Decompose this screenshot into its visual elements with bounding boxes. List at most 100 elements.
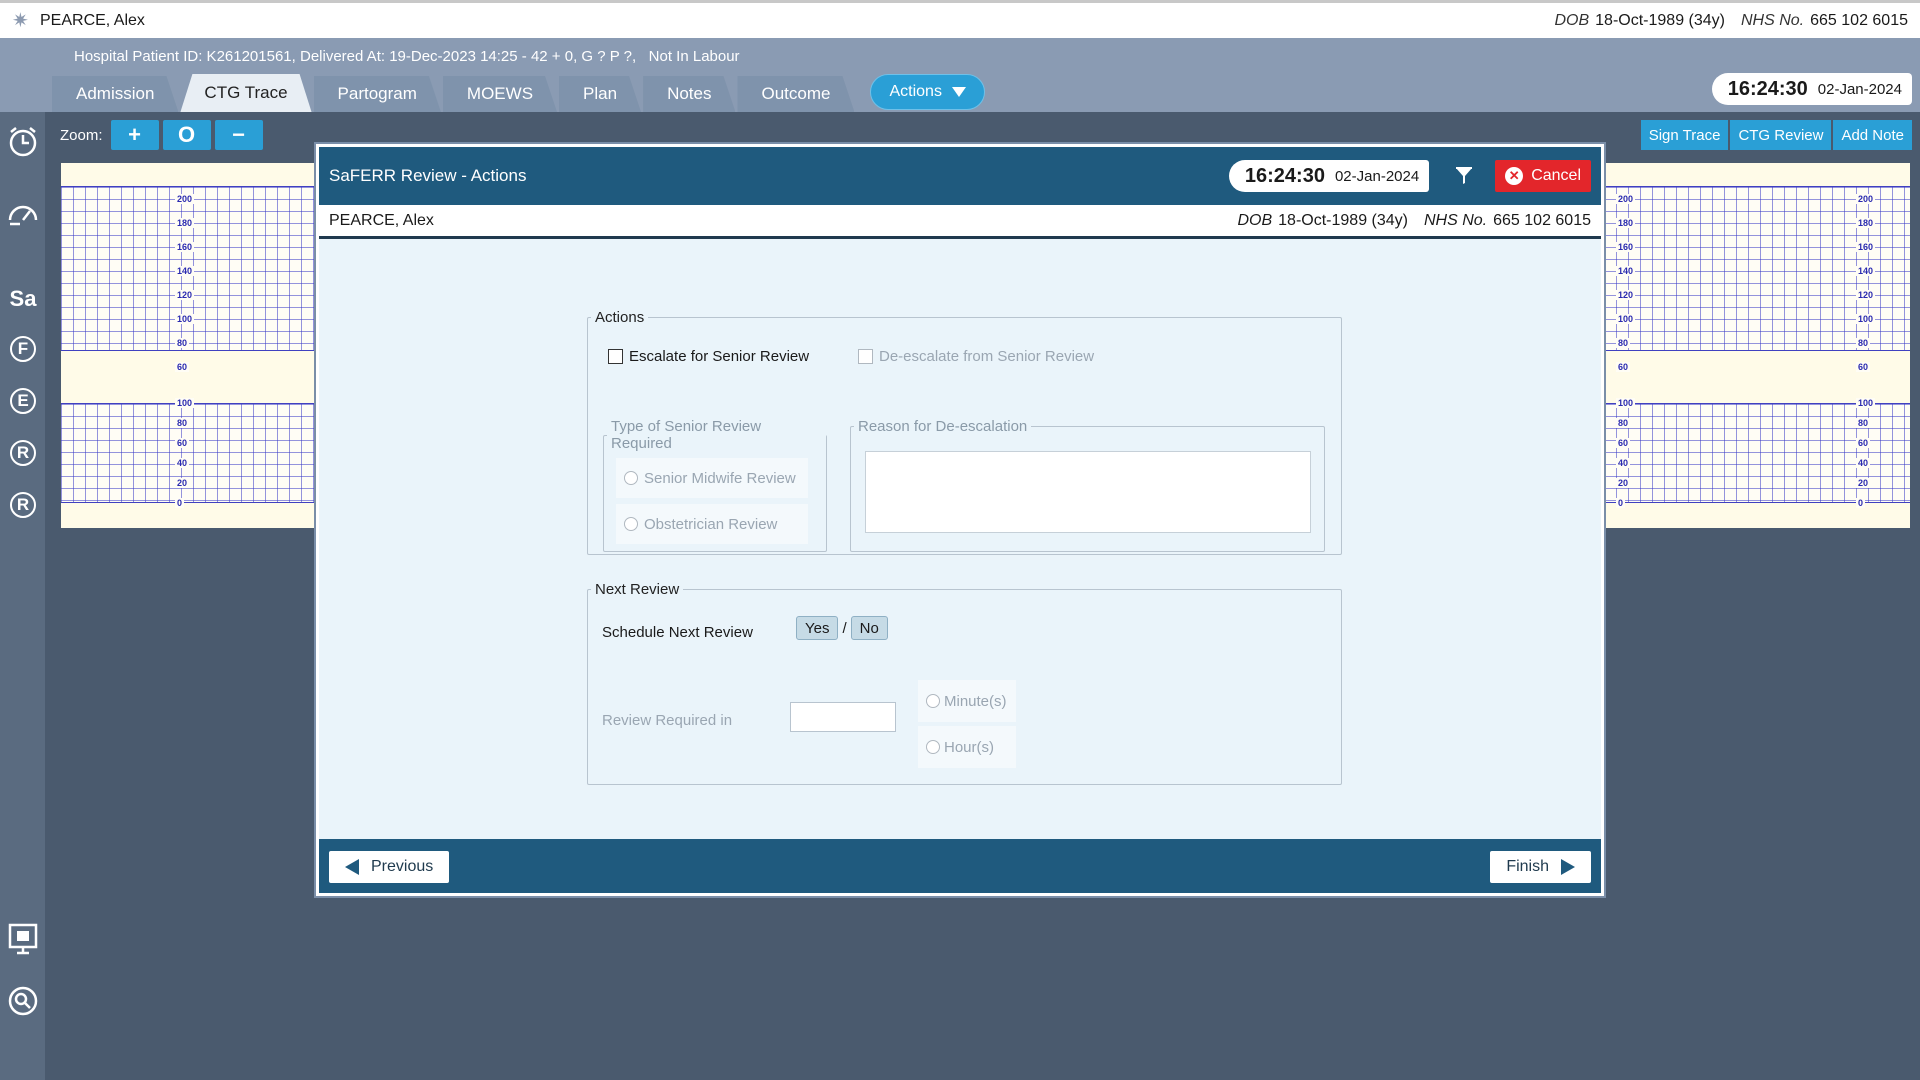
tab-partogram[interactable]: Partogram: [314, 76, 441, 112]
escalate-checkbox[interactable]: Escalate for Senior Review: [608, 348, 809, 365]
radio-circle: [926, 694, 940, 708]
sidebar-saferr-sa[interactable]: Sa: [6, 282, 40, 316]
fhr-scale-label: 100: [175, 314, 195, 324]
dialog-footer: Previous Finish: [319, 839, 1601, 893]
fhr-scale-label: 180: [175, 218, 195, 228]
tab-ctg-trace[interactable]: CTG Trace: [180, 74, 311, 112]
dob-value: 18-Oct-1989 (34y): [1595, 11, 1725, 29]
hours-radio[interactable]: Hour(s): [918, 726, 1016, 768]
arrow-left-icon: [345, 859, 359, 875]
deescalation-reason-textarea[interactable]: [865, 451, 1311, 533]
deescalate-label: De-escalate from Senior Review: [879, 348, 1095, 365]
minutes-radio[interactable]: Minute(s): [918, 680, 1016, 722]
finish-button[interactable]: Finish: [1490, 851, 1591, 883]
alarm-clock-icon[interactable]: [6, 124, 40, 158]
fhr-scale-label: 100: [1616, 314, 1636, 324]
fhr-scale-label: 200: [1856, 194, 1876, 204]
fhr-scale-label: 60: [1856, 362, 1871, 372]
toco-scale-label: 20: [1616, 478, 1631, 488]
toco-scale-label: 80: [175, 418, 190, 428]
zoom-reset-button[interactable]: O: [162, 120, 211, 150]
arrow-right-icon: [1561, 859, 1575, 875]
fhr-scale-label: 160: [175, 242, 195, 252]
presentation-board-icon[interactable]: [6, 922, 40, 956]
fhr-scale-label: 80: [1856, 338, 1871, 348]
fhr-scale-label: 200: [1616, 194, 1636, 204]
escalate-checkbox-box[interactable]: [608, 349, 623, 364]
actions-label: Actions: [889, 83, 942, 100]
review-required-input[interactable]: [790, 702, 896, 732]
zoom-in-button[interactable]: +: [110, 120, 159, 150]
nhs-label: NHS No.: [1741, 11, 1805, 29]
fhr-scale-label: 80: [175, 338, 190, 348]
deescalate-checkbox[interactable]: De-escalate from Senior Review: [858, 348, 1094, 365]
chevron-down-icon: [951, 87, 966, 97]
previous-button[interactable]: Previous: [329, 851, 450, 883]
dialog-nhs-label: NHS No.: [1424, 211, 1488, 229]
dob-label: DOB: [1554, 11, 1590, 29]
schedule-next-review-label: Schedule Next Review: [602, 624, 753, 641]
toco-scale-label: 40: [175, 458, 190, 468]
toco-scale-label: 100: [1616, 398, 1636, 408]
radio-circle: [624, 517, 638, 531]
yes-button[interactable]: Yes: [796, 616, 839, 640]
toco-scale-label: 100: [1856, 398, 1876, 408]
radio-circle: [926, 740, 940, 754]
tab-plan[interactable]: Plan: [559, 76, 641, 112]
senior-midwife-radio[interactable]: Senior Midwife Review: [616, 458, 808, 498]
sidebar-saferr-f[interactable]: F: [10, 336, 36, 362]
search-icon[interactable]: [6, 984, 40, 1018]
dialog-dob-label: DOB: [1237, 211, 1273, 229]
radio-circle: [624, 471, 638, 485]
filter-icon[interactable]: [1447, 159, 1481, 193]
toco-scale-label: 20: [175, 478, 190, 488]
toco-scale-label: 0: [1856, 498, 1866, 508]
fhr-scale-label: 100: [1856, 314, 1876, 324]
header-date: 02-Jan-2024: [1817, 80, 1902, 98]
obstetrician-radio[interactable]: Obstetrician Review: [616, 504, 808, 544]
toco-scale-label: 40: [1616, 458, 1631, 468]
toco-scale-label: 0: [1616, 498, 1626, 508]
actions-dropdown-button[interactable]: Actions: [870, 74, 985, 110]
fhr-scale-label: 120: [1856, 290, 1876, 300]
trace-action-buttons: Sign Trace CTG Review Add Note: [1640, 120, 1912, 150]
sidebar-saferr-r1[interactable]: R: [10, 440, 36, 466]
schedule-yes-no: Yes / No: [796, 616, 888, 640]
dashboard-gauge-icon[interactable]: [6, 198, 40, 232]
toco-scale-label: 100: [175, 398, 195, 408]
fhr-scale-label: 120: [1616, 290, 1636, 300]
dialog-patient-bar: PEARCE, Alex DOB 18-Oct-1989 (34y) NHS N…: [319, 205, 1601, 239]
sidebar-saferr-r2[interactable]: R: [10, 492, 36, 518]
toco-scale-label: 0: [175, 498, 185, 508]
actions-legend: Actions: [595, 309, 645, 326]
fhr-scale-label: 140: [1856, 266, 1876, 276]
cancel-button[interactable]: ✕ Cancel: [1495, 160, 1591, 192]
actions-group: Actions Escalate for Senior Review De-es…: [587, 309, 1342, 555]
deescalation-reason-group: Reason for De-escalation: [850, 418, 1325, 552]
tab-outcome[interactable]: Outcome: [737, 76, 854, 112]
fhr-scale-label: 160: [1856, 242, 1876, 252]
review-required-label: Review Required in: [602, 712, 733, 729]
tab-moews[interactable]: MOEWS: [443, 76, 557, 112]
zoom-out-button[interactable]: −: [214, 120, 263, 150]
toco-scale-label: 80: [1856, 418, 1871, 428]
ctg-review-button[interactable]: CTG Review: [1730, 120, 1832, 150]
tab-notes[interactable]: Notes: [643, 76, 735, 112]
sidebar-saferr-e[interactable]: E: [10, 388, 36, 414]
deescalate-checkbox-box[interactable]: [858, 349, 873, 364]
toco-scale-label: 20: [1856, 478, 1871, 488]
minutes-label: Minute(s): [944, 692, 1007, 710]
zoom-controls: Zoom: + O −: [60, 120, 263, 150]
fhr-scale-label: 140: [1616, 266, 1636, 276]
no-button[interactable]: No: [850, 616, 888, 640]
hospital-patient-info: Hospital Patient ID: K261201561, Deliver…: [74, 48, 740, 65]
add-note-button[interactable]: Add Note: [1833, 120, 1912, 150]
yes-no-separator: /: [842, 619, 847, 637]
sign-trace-button[interactable]: Sign Trace: [1640, 120, 1729, 150]
senior-midwife-label: Senior Midwife Review: [644, 469, 796, 487]
saferr-review-dialog: SaFERR Review - Actions 16:24:30 02-Jan-…: [316, 144, 1604, 896]
header-clock: 16:24:30 02-Jan-2024: [1711, 73, 1912, 105]
close-icon: ✕: [1505, 167, 1524, 185]
tab-admission[interactable]: Admission: [52, 76, 178, 112]
patient-identifiers: DOB 18-Oct-1989 (34y) NHS No. 665 102 60…: [1554, 12, 1908, 30]
